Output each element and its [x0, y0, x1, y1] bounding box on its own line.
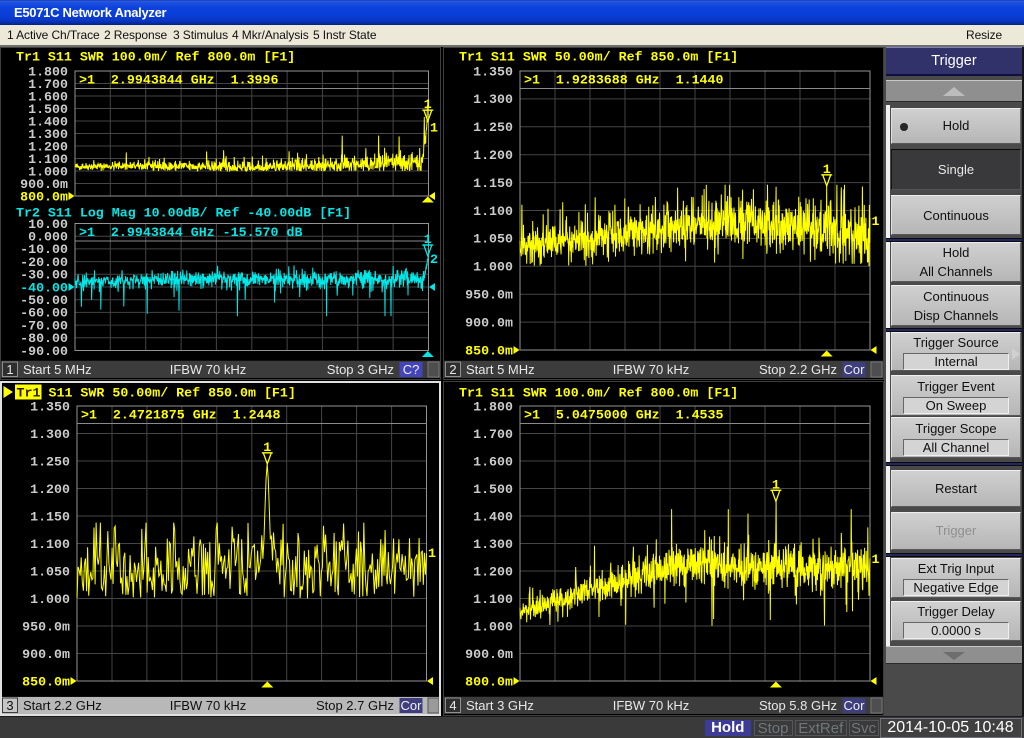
- svg-text:Tr1 S11 SWR 50.00m/ Ref 850.0m: Tr1 S11 SWR 50.00m/ Ref 850.0m [F1]: [459, 50, 738, 65]
- svg-text:1.100: 1.100: [473, 592, 513, 607]
- svg-text:900.0m: 900.0m: [22, 647, 70, 662]
- svg-text:4: 4: [449, 698, 456, 713]
- svg-text:>1 2.9943844 GHz -15.570 dB: >1 2.9943844 GHz -15.570 dB: [79, 225, 302, 240]
- svg-text:-90.00: -90.00: [20, 344, 68, 359]
- svg-text:1: 1: [263, 440, 271, 455]
- svg-text:Stop 2.7 GHz: Stop 2.7 GHz: [316, 698, 394, 713]
- svg-text:1.700: 1.700: [473, 427, 513, 442]
- svg-text:1: 1: [6, 362, 13, 377]
- svg-text:C?: C?: [403, 362, 420, 377]
- svg-text:950.0m: 950.0m: [465, 288, 513, 303]
- svg-text:1: 1: [772, 477, 780, 492]
- svg-text:2: 2: [449, 362, 456, 377]
- svg-text:IFBW 70 kHz: IFBW 70 kHz: [613, 698, 690, 713]
- svg-text:Tr1 S11 SWR 100.0m/ Ref 800.0m: Tr1 S11 SWR 100.0m/ Ref 800.0m [F1]: [459, 386, 738, 401]
- svg-text:1.000: 1.000: [473, 619, 513, 634]
- svg-text:>1 5.0475000 GHz 1.4535: >1 5.0475000 GHz 1.4535: [524, 408, 724, 423]
- svg-text:1: 1: [872, 552, 880, 567]
- svg-text:Stop 3 GHz: Stop 3 GHz: [327, 362, 394, 377]
- svg-text:800.0m: 800.0m: [465, 674, 513, 689]
- svg-text:IFBW 70 kHz: IFBW 70 kHz: [170, 698, 247, 713]
- svg-text:900.0m: 900.0m: [465, 647, 513, 662]
- svg-text:>1 1.9283688 GHz 1.1440: >1 1.9283688 GHz 1.1440: [524, 73, 724, 88]
- svg-text:Start 5 MHz: Start 5 MHz: [23, 362, 92, 377]
- svg-text:1.150: 1.150: [30, 509, 70, 524]
- svg-text:1: 1: [872, 214, 880, 229]
- svg-text:1.200: 1.200: [30, 482, 70, 497]
- svg-text:1: 1: [424, 232, 432, 247]
- svg-text:Tr1 S11 SWR 100.0m/ Ref 800.0m: Tr1 S11 SWR 100.0m/ Ref 800.0m [F1]: [16, 50, 295, 65]
- svg-text:1.200: 1.200: [473, 148, 513, 163]
- svg-text:3: 3: [6, 698, 13, 713]
- svg-text:1.000: 1.000: [473, 260, 513, 275]
- svg-text:1.800: 1.800: [473, 399, 513, 414]
- svg-text:1.000: 1.000: [30, 592, 70, 607]
- svg-text:1: 1: [823, 162, 831, 177]
- svg-text:1.300: 1.300: [30, 427, 70, 442]
- svg-text:>1 2.9943844 GHz 1.3996: >1 2.9943844 GHz 1.3996: [79, 73, 279, 88]
- svg-text:S11 SWR 50.00m/ Ref 850.0m [F1: S11 SWR 50.00m/ Ref 850.0m [F1]: [49, 386, 296, 401]
- svg-text:1.200: 1.200: [473, 564, 513, 579]
- svg-text:Start 2.2 GHz: Start 2.2 GHz: [23, 698, 102, 713]
- svg-text:1: 1: [428, 546, 436, 561]
- svg-text:1.100: 1.100: [30, 537, 70, 552]
- svg-text:1.350: 1.350: [30, 399, 70, 414]
- svg-text:800.0m: 800.0m: [20, 189, 68, 204]
- svg-text:Stop 2.2 GHz: Stop 2.2 GHz: [759, 362, 837, 377]
- svg-text:1.150: 1.150: [473, 176, 513, 191]
- svg-text:Cor: Cor: [401, 698, 423, 713]
- svg-text:2: 2: [430, 252, 438, 267]
- svg-text:1.500: 1.500: [473, 482, 513, 497]
- svg-text:1.250: 1.250: [30, 454, 70, 469]
- svg-text:1.100: 1.100: [473, 204, 513, 219]
- svg-text:850.0m: 850.0m: [465, 343, 513, 358]
- svg-text:900.0m: 900.0m: [465, 315, 513, 330]
- svg-text:Cor: Cor: [844, 362, 866, 377]
- svg-text:850.0m: 850.0m: [22, 674, 70, 689]
- svg-text:IFBW 70 kHz: IFBW 70 kHz: [170, 362, 247, 377]
- svg-text:Start 3 GHz: Start 3 GHz: [466, 698, 534, 713]
- svg-text:950.0m: 950.0m: [22, 619, 70, 634]
- svg-text:1.600: 1.600: [473, 454, 513, 469]
- svg-text:1: 1: [430, 121, 438, 136]
- svg-text:Stop 5.8 GHz: Stop 5.8 GHz: [759, 698, 837, 713]
- svg-text:1.300: 1.300: [473, 537, 513, 552]
- svg-text:1.050: 1.050: [30, 564, 70, 579]
- svg-text:Cor: Cor: [844, 698, 866, 713]
- svg-text:IFBW 70 kHz: IFBW 70 kHz: [613, 362, 690, 377]
- svg-text:1.250: 1.250: [473, 120, 513, 135]
- svg-text:1.050: 1.050: [473, 232, 513, 247]
- svg-text:Tr1: Tr1: [17, 386, 41, 401]
- svg-text:>1 2.4721875 GHz 1.2448: >1 2.4721875 GHz 1.2448: [81, 408, 281, 423]
- svg-text:1.300: 1.300: [473, 92, 513, 107]
- svg-text:1.350: 1.350: [473, 64, 513, 79]
- svg-text:Start 5 MHz: Start 5 MHz: [466, 362, 535, 377]
- svg-text:1: 1: [424, 97, 432, 112]
- svg-text:1.400: 1.400: [473, 509, 513, 524]
